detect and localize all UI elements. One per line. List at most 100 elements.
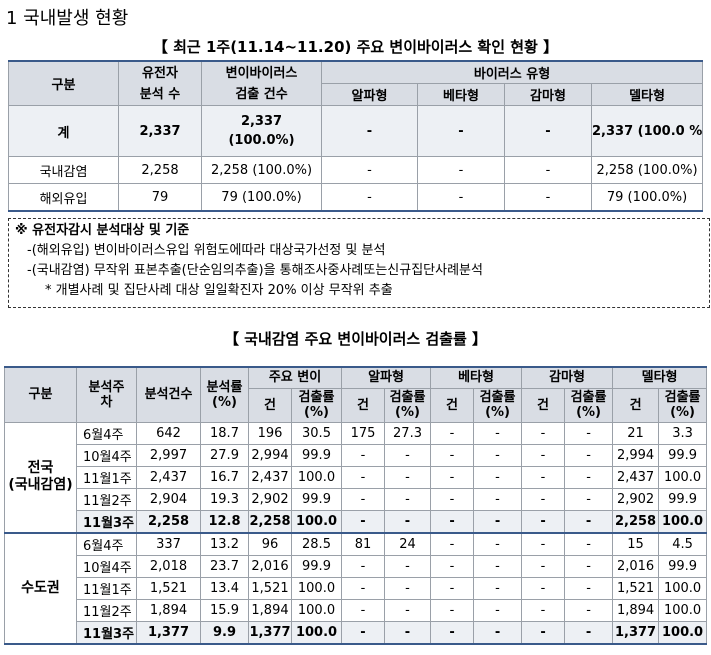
table-row: 11월2주 2,904 19.3 2,902 99.9- - - - - -2,902 99.9 xyxy=(5,487,708,511)
alpha-value: - xyxy=(321,183,418,212)
table-row: 10월4주 2,997 27.9 2,994 99.9- - - - - -2,994 99.9 xyxy=(5,443,708,467)
beta-rate-cell: - xyxy=(473,598,523,622)
beta-cases-cell: - xyxy=(430,465,475,489)
beta-cases-cell: - xyxy=(430,421,475,445)
beta-rate-cell: - xyxy=(473,554,523,578)
delta-rate-cell: 100.0 xyxy=(658,576,708,600)
beta-value: - xyxy=(417,156,505,184)
header-beta: 베타형 xyxy=(417,83,505,106)
gamma-cases-cell: - xyxy=(521,620,566,645)
rate-cell: 13.4 xyxy=(200,576,249,600)
table-row: 11월3주 2,258 12.8 2,258 100.0- - - - - -2,258 100.0 xyxy=(5,509,708,534)
delta-cases-cell: 2,994 xyxy=(612,443,660,467)
count-cell: 1,521 xyxy=(136,576,201,600)
count-cell: 2,997 xyxy=(136,443,201,467)
count-cell: 337 xyxy=(136,532,201,556)
delta-cases-cell: 21 xyxy=(612,421,660,445)
beta-cases-cell: - xyxy=(430,509,475,534)
region-label: 수도권 xyxy=(4,532,77,645)
alpha-cases-cell: - xyxy=(341,465,385,489)
note-line-domestic: -(국내감염) 무작위 표본추출(단순임의추출)을 통해조사중사례또는신규집단사… xyxy=(27,263,483,278)
main-rate-cell: 100.0 xyxy=(291,509,342,534)
analysis-count: 79 xyxy=(118,183,202,212)
document-page: 1 국내발생 현황 【 최근 1주(11.14~11.20) 주요 변이바이러스… xyxy=(0,0,711,655)
delta-cases-cell: 1,894 xyxy=(612,598,660,622)
gamma-cases-cell: - xyxy=(521,465,566,489)
header-gamma: 감마형 xyxy=(504,83,592,106)
detected-count: 2,337 (100.0%) xyxy=(201,105,322,157)
header-delta-detection-rate: 검출률 (%) xyxy=(658,387,708,423)
delta-rate-cell: 4.5 xyxy=(658,532,708,556)
header-week: 분석주 차 xyxy=(76,366,137,423)
detected-value: 2,337 xyxy=(240,114,283,129)
main-rate-cell: 100.0 xyxy=(291,598,342,622)
week-cell: 6월4주 xyxy=(76,421,137,445)
delta-rate-cell: 99.9 xyxy=(658,554,708,578)
analysis-count: 2,258 xyxy=(118,156,202,184)
gamma-value: - xyxy=(504,105,592,157)
table-row: 전국 (국내감염) 6월4주 642 18.7 196 30.5 175 27.3- - - -21… xyxy=(4,421,708,534)
delta-rate-cell: 100.0 xyxy=(658,509,708,534)
delta-value: 79 (100.0%) xyxy=(590,183,704,212)
delta-rate-cell: 100.0 xyxy=(658,598,708,622)
alpha-cases-cell: - xyxy=(341,554,385,578)
delta-rate-cell: 99.9 xyxy=(658,487,708,511)
table-row: 11월1주 2,437 16.7 2,437 100.0- - - - - -2,437 100.0 xyxy=(5,465,708,489)
gamma-value: - xyxy=(504,183,592,212)
count-cell: 2,437 xyxy=(136,465,201,489)
header-alpha: 알파형 xyxy=(340,366,432,389)
alpha-cases-cell: - xyxy=(341,509,385,534)
header-gamma: 감마형 xyxy=(521,366,614,389)
header-delta: 델타형 xyxy=(590,83,704,106)
beta-cases-cell: - xyxy=(430,554,475,578)
header-main-cases: 건 xyxy=(248,387,292,423)
delta-cases-cell: 15 xyxy=(612,532,660,556)
row-label: 해외유입 xyxy=(8,183,119,212)
gamma-cases-cell: - xyxy=(521,509,566,534)
week-cell: 11월1주 xyxy=(76,465,137,489)
gamma-rate-cell: - xyxy=(564,443,614,467)
delta-cases-cell: 1,521 xyxy=(612,576,660,600)
alpha-rate-cell: 27.3 xyxy=(383,421,432,445)
delta-rate-cell: 100.0 xyxy=(658,620,708,645)
gamma-cases-cell: - xyxy=(521,554,566,578)
main-cases-cell: 2,437 xyxy=(248,465,292,489)
gamma-rate-cell: - xyxy=(564,576,614,600)
beta-cases-cell: - xyxy=(430,598,475,622)
alpha-value: - xyxy=(321,156,418,184)
beta-value: - xyxy=(417,105,505,157)
delta-value: 2,258 (100.0%) xyxy=(590,156,704,184)
count-cell: 642 xyxy=(136,421,201,445)
rate-cell: 27.9 xyxy=(200,443,249,467)
rate-cell: 13.2 xyxy=(200,532,249,556)
main-rate-cell: 99.9 xyxy=(291,443,342,467)
main-rate-cell: 99.9 xyxy=(291,554,342,578)
count-cell: 1,894 xyxy=(136,598,201,622)
alpha-rate-cell: - xyxy=(383,509,432,534)
gamma-cases-cell: - xyxy=(521,532,566,556)
detected-count: 2,258 (100.0%) xyxy=(201,156,322,184)
alpha-rate-cell: - xyxy=(383,487,432,511)
detection-rate-table: 구분 분석주 차 분석건수 분석률 (%) 주요 변이 알파형 베타형 감마형 … xyxy=(4,366,708,645)
header-beta-cases: 건 xyxy=(430,387,475,423)
header-gamma-detection-rate: 검출률 (%) xyxy=(564,387,614,423)
delta-cases-cell: 2,902 xyxy=(612,487,660,511)
gamma-value: - xyxy=(504,156,592,184)
alpha-cases-cell: - xyxy=(341,576,385,600)
rate-cell: 18.7 xyxy=(200,421,249,445)
header-count: 분석건수 xyxy=(136,366,201,423)
beta-cases-cell: - xyxy=(430,443,475,467)
beta-rate-cell: - xyxy=(473,509,523,534)
alpha-cases-cell: 81 xyxy=(341,532,385,556)
header-rate: 분석률 (%) xyxy=(200,366,249,423)
header-alpha-detection-rate: 검출률 (%) xyxy=(383,387,432,423)
header-category: 구분 xyxy=(4,366,77,423)
alpha-cases-cell: - xyxy=(341,620,385,645)
beta-rate-cell: - xyxy=(473,620,523,645)
count-cell: 2,904 xyxy=(136,487,201,511)
count-cell: 1,377 xyxy=(136,620,201,645)
alpha-cases-cell: 175 xyxy=(341,421,385,445)
detected-count: 79 (100.0%) xyxy=(201,183,322,212)
week-cell: 6월4주 xyxy=(76,532,137,556)
beta-rate-cell: - xyxy=(473,487,523,511)
